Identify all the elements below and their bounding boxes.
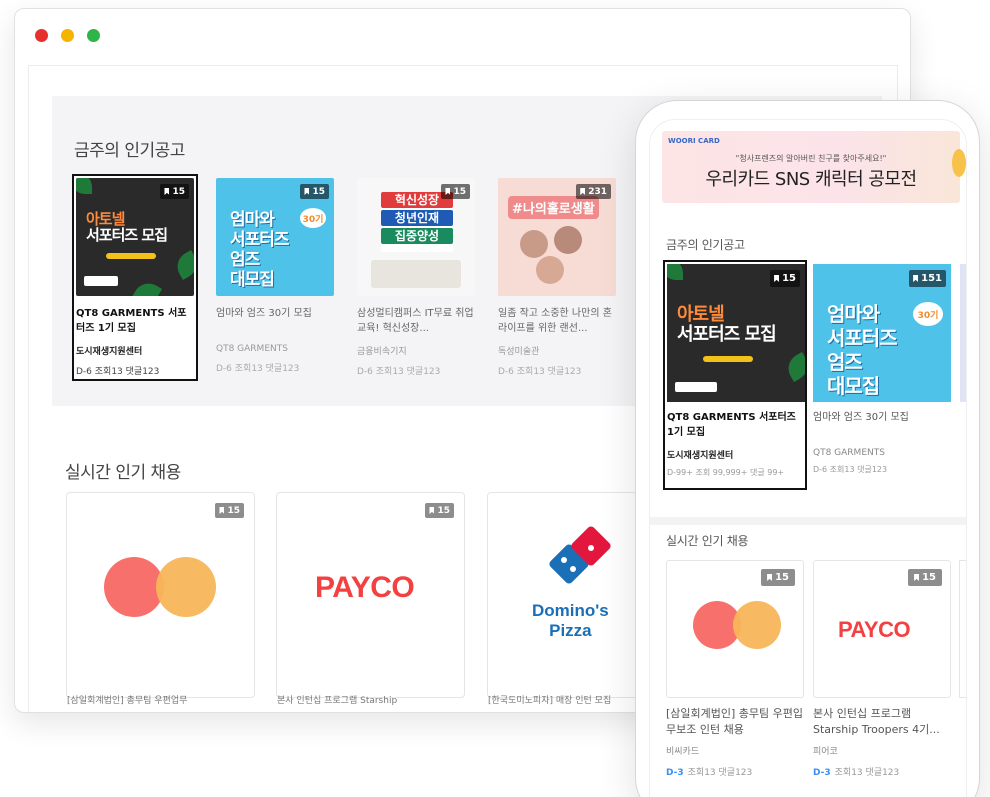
job-poster-image: #나의홀로생활 231 (498, 178, 616, 296)
payco-logo: PAYCO (315, 571, 415, 604)
job-title: 본사 인턴십 프로그램 Starship Troopers 4기... (813, 707, 940, 736)
company-name: 피어코 (813, 747, 838, 757)
promo-banner[interactable]: WOORI CARD "청사프렌즈의 알아버린 친구를 찾아주세요!" 우리카드… (662, 131, 966, 203)
job-title: [한국도미노피자] 매장 인턴 모집 (488, 696, 612, 706)
mobile-screen: WOORI CARD "청사프렌즈의 알아버린 친구를 찾아주세요!" 우리카드… (649, 119, 967, 797)
company-name: 비씨카드 (666, 747, 700, 757)
realtime-section-title: 실시간 인기 채용 (65, 463, 181, 483)
mastercard-logo (104, 557, 216, 617)
job-meta: D-6 조회13 댓글123 (813, 465, 888, 474)
job-poster-image: 아토넬 서포터즈 모집 15 (76, 178, 194, 296)
bookmark-icon (767, 574, 773, 581)
section-title: 금주의 인기공고 (666, 238, 745, 252)
job-title: [삼일회계법인] 총무팀 우편입무보조 인턴 채용 (666, 707, 804, 736)
job-poster-image: 엄마와 서포터즈 엄즈 대모집 30기 15 (216, 178, 334, 296)
bookmark-badge[interactable]: 231 (576, 184, 611, 199)
job-meta: D-6 조회13 댓글123 (357, 367, 441, 377)
bookmark-icon (913, 275, 919, 282)
realtime-section-title: 실시간 인기 채용 (666, 534, 749, 548)
company-name: 도시재생지원센터 (76, 347, 143, 357)
window-controls (35, 29, 100, 42)
job-meta: D-6 조회13 댓글123 (216, 364, 300, 374)
job-poster-image: 엄마와 서포터즈 엄즈 대모집 30기 151 (813, 264, 951, 402)
bookmark-icon (429, 507, 435, 514)
bookmark-icon (304, 188, 310, 195)
job-card[interactable]: 엄마와 서포터즈 엄즈 대모집 30기 15 엄마와 엄즈 30기 모집 QT8 GA… (216, 178, 338, 374)
mastercard-logo (693, 601, 781, 649)
realtime-job-card[interactable]: 15 [삼일회계법인] 총무팀 우편업무 (66, 492, 255, 706)
job-title: QT8 GARMENTS 서포터즈 1기 모집 (667, 412, 796, 438)
close-window-dot[interactable] (35, 29, 48, 42)
bookmark-icon (445, 188, 451, 195)
bookmark-badge[interactable]: 15 (761, 569, 795, 586)
job-title: 엄마와 엄즈 30기 모집 (813, 412, 909, 423)
job-title: 엄마와 엄즈 30기 모집 (216, 308, 312, 319)
job-title: QT8 GARMENTS 서포터즈 1기 모집 (76, 308, 187, 334)
job-meta: D-6 조회13 댓글123 (76, 367, 160, 377)
company-name: 도시재생지원센터 (667, 451, 734, 461)
bookmark-badge[interactable]: 15 (441, 184, 470, 199)
bookmark-badge[interactable]: 15 (160, 184, 189, 199)
banner-title: 우리카드 SNS 캐릭터 공모전 (705, 169, 917, 190)
job-poster-image: 혁신성장 청년인재 집중양성 15 (357, 178, 475, 296)
job-meta: D-3 조회13 댓글123 (666, 768, 753, 778)
bookmark-badge[interactable]: 15 (425, 503, 454, 518)
job-card[interactable]: 혁신성장 청년인재 집중양성 15 삼성멀티캠퍼스 IT무료 취업교육! 혁신성… (357, 178, 479, 377)
job-card[interactable]: 아토넬 서포터즈 모집 15 QT8 GARMENTS 서포터즈 1기 모집 도… (72, 174, 198, 381)
job-title: 일좀 작고 소중한 나만의 혼라이프를 위한 랜선... (498, 308, 612, 334)
company-logo-box: 15 (666, 560, 804, 698)
job-meta: D-99+ 조회 99,999+ 댓글 99+ (667, 468, 785, 477)
bookmark-badge[interactable]: 15 (300, 184, 329, 199)
company-name: 독성미술관 (498, 347, 540, 357)
maximize-window-dot[interactable] (87, 29, 100, 42)
bookmark-badge[interactable]: 151 (909, 270, 946, 287)
payco-logo: PAYCO (838, 617, 911, 642)
bookmark-icon (164, 188, 170, 195)
mobile-device: WOORI CARD "청사프렌즈의 알아버린 친구를 찾아주세요!" 우리카드… (635, 100, 980, 797)
job-title: 삼성멀티캠퍼스 IT무료 취업교육! 혁신성장... (357, 308, 474, 334)
realtime-job-card[interactable]: 15 PAYCO 본사 인턴십 프로그램 Starship (276, 492, 465, 706)
section-divider (650, 517, 966, 525)
job-poster-image: 아토넬 서포터즈 모집 15 (667, 264, 805, 402)
bookmark-icon (774, 275, 780, 282)
job-card[interactable]: 엄마와 서포터즈 엄즈 대모집 30기 151 엄마와 엄즈 30기 모집 QT8 G… (813, 264, 953, 475)
bookmark-badge[interactable]: 15 (215, 503, 244, 518)
company-logo-box: 15 PAYCO (813, 560, 951, 698)
dominos-logo (547, 524, 613, 593)
minimize-window-dot[interactable] (61, 29, 74, 42)
job-meta: D-3 조회13 댓글123 (813, 768, 900, 778)
bookmark-icon (219, 507, 225, 514)
company-name: 금융비속기지 (357, 347, 407, 357)
bookmark-badge[interactable]: 15 (908, 569, 942, 586)
job-card[interactable]: 아토넬 서포터즈 모집 15 QT8 GARMENTS 서포터즈 1기 모집 도… (663, 260, 807, 490)
company-name: QT8 GARMENTS (216, 344, 288, 354)
company-name: QT8 GARMENTS (813, 448, 885, 458)
job-meta: D-6 조회13 댓글123 (498, 367, 582, 377)
section-title: 금주의 인기공고 (74, 141, 185, 161)
job-card[interactable]: #나의홀로생활 231 일좀 작고 소중한 나만의 혼라이프를 위한 랜선...… (498, 178, 620, 377)
bookmark-icon (914, 574, 920, 581)
bookmark-badge[interactable]: 15 (770, 270, 800, 287)
job-title: [삼일회계법인] 총무팀 우편업무 (67, 696, 188, 706)
bookmark-icon (580, 188, 586, 195)
job-title: 본사 인턴십 프로그램 Starship (277, 696, 398, 706)
